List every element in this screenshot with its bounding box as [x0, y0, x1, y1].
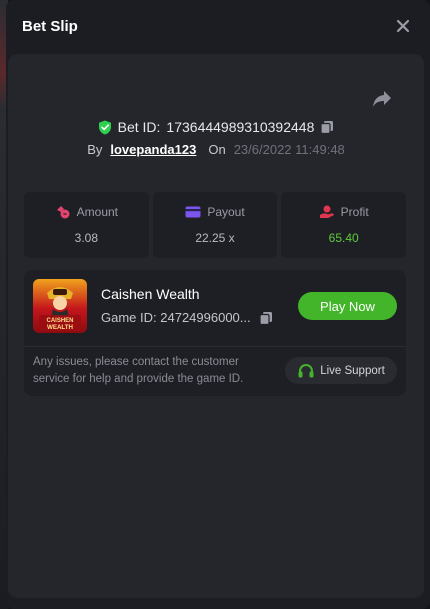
username-link[interactable]: lovepanda123: [110, 142, 196, 157]
stat-value: 3.08: [74, 231, 99, 245]
caishen-wealth-thumbnail: CAISHEN WEALTH: [33, 279, 87, 333]
close-button[interactable]: [392, 15, 414, 37]
bet-timestamp: 23/6/2022 11:49:48: [233, 142, 345, 157]
copy-icon: [259, 311, 272, 325]
copy-bet-id-button[interactable]: [320, 120, 334, 134]
game-name: Caishen Wealth: [101, 286, 200, 302]
modal-title: Bet Slip: [22, 17, 78, 35]
live-support-label: Live Support: [320, 364, 385, 377]
close-icon: [396, 19, 410, 33]
modal-header: Bet Slip: [6, 0, 430, 52]
stat-payout: Payout 22.25 x: [152, 192, 278, 258]
game-id-label: Game ID:: [101, 310, 157, 325]
stat-value: 65.40: [328, 231, 359, 245]
game-thumbnail[interactable]: CAISHEN WEALTH: [33, 279, 87, 333]
support-text: Any issues, please contact the customer …: [33, 356, 244, 385]
stat-label: Payout: [207, 205, 245, 219]
copy-game-id-button[interactable]: [259, 311, 273, 325]
stats-row: Amount 3.08 Payout 22.25 x Profit 65.40: [24, 192, 407, 258]
share-icon: [373, 91, 391, 107]
bet-details-panel: Bet ID: 1736444989310392448 By lovepanda…: [8, 54, 424, 598]
stat-profit: Profit 65.40: [281, 192, 407, 258]
stat-label: Profit: [340, 205, 369, 219]
game-card: CAISHEN WEALTH Caishen Wealth Game ID: 2…: [24, 270, 406, 396]
live-support-button[interactable]: Live Support: [285, 357, 397, 384]
svg-text:WEALTH: WEALTH: [47, 324, 74, 331]
stat-label: Amount: [76, 205, 119, 219]
bet-slip-modal: Bet Slip Bet ID: 1736444989310392448 By …: [6, 0, 430, 609]
divider: [24, 346, 406, 347]
shield-check-icon: [98, 120, 111, 134]
stat-value: 22.25 x: [195, 231, 235, 245]
hand-coin-icon: [319, 205, 334, 218]
stat-amount: Amount 3.08: [24, 192, 149, 258]
by-label: By: [87, 142, 103, 157]
headset-icon: [298, 363, 314, 377]
play-now-button[interactable]: Play Now: [298, 292, 397, 320]
card-icon: [185, 206, 201, 218]
share-button[interactable]: [372, 90, 394, 110]
game-id-text: Game ID: 24724996000...: [101, 310, 251, 325]
bag-icon: [56, 206, 70, 219]
game-id-row: Game ID: 24724996000...: [101, 310, 273, 325]
bet-meta-row: By lovepanda123 On 23/6/2022 11:49:48: [8, 142, 424, 157]
bet-id-row: Bet ID: 1736444989310392448: [8, 119, 424, 135]
on-label: On: [208, 142, 226, 157]
bet-id-label: Bet ID:: [117, 119, 161, 135]
game-id-value: 24724996000...: [160, 310, 251, 325]
bet-id-value: 1736444989310392448: [166, 119, 315, 135]
copy-icon: [320, 121, 334, 134]
